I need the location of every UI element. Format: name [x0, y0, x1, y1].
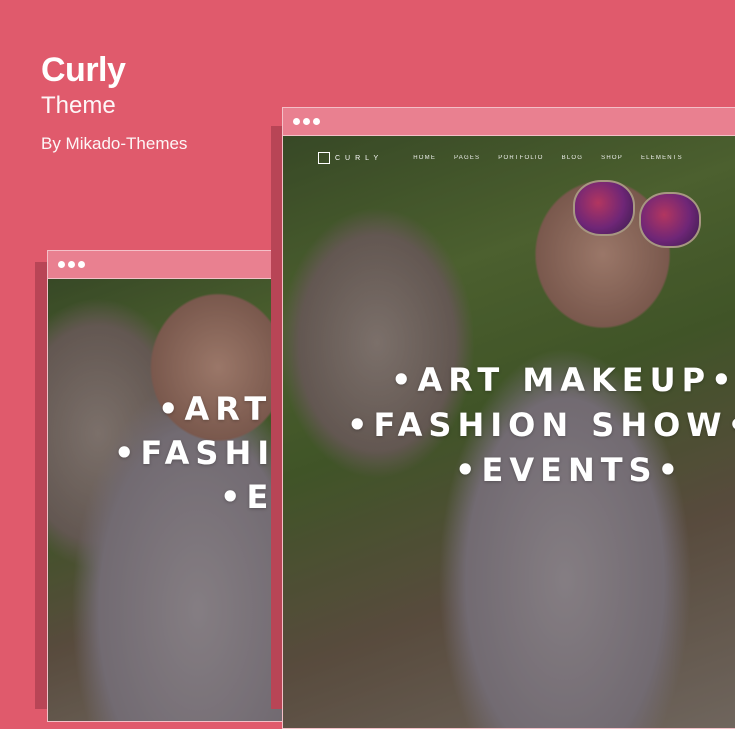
- window-dots-icon: [293, 118, 320, 125]
- front-hero-line-2: •FASHION SHOW•: [347, 406, 735, 444]
- nav-item-home[interactable]: HOME: [413, 155, 436, 161]
- logo-box-icon: [318, 152, 330, 164]
- theme-subtitle: Theme: [41, 92, 116, 119]
- back-window-titlebar: [48, 251, 298, 279]
- front-hero-line-1: •ART MAKEUP•: [391, 361, 735, 399]
- nav-item-portfolio[interactable]: PORTFOLIO: [498, 155, 543, 161]
- front-window-titlebar: [283, 108, 735, 136]
- back-window: •ART •FASHIO •EV: [47, 250, 299, 722]
- preview-logo: CURLY: [335, 154, 384, 162]
- nav-item-blog[interactable]: BLOG: [562, 155, 583, 161]
- theme-title-block: Curly Theme By Mikado-Themes: [41, 50, 187, 154]
- front-hero-line-3: •EVENTS•: [455, 451, 685, 489]
- front-hero-text: •ART MAKEUP• •FASHION SHOW• •EVENTS•: [347, 358, 735, 493]
- front-window: CURLY HOME PAGES PORTFOLIO BLOG SHOP ELE…: [282, 107, 735, 729]
- preview-nav: CURLY HOME PAGES PORTFOLIO BLOG SHOP ELE…: [318, 151, 735, 165]
- nav-item-pages[interactable]: PAGES: [454, 155, 480, 161]
- back-window-photo: •ART •FASHIO •EV: [48, 279, 298, 721]
- nav-item-elements[interactable]: ELEMENTS: [641, 155, 683, 161]
- window-dots-icon: [58, 261, 85, 268]
- theme-author: By Mikado-Themes: [41, 134, 188, 153]
- front-window-photo: CURLY HOME PAGES PORTFOLIO BLOG SHOP ELE…: [283, 136, 735, 728]
- nav-item-shop[interactable]: SHOP: [601, 155, 623, 161]
- theme-title: Curly: [41, 51, 126, 89]
